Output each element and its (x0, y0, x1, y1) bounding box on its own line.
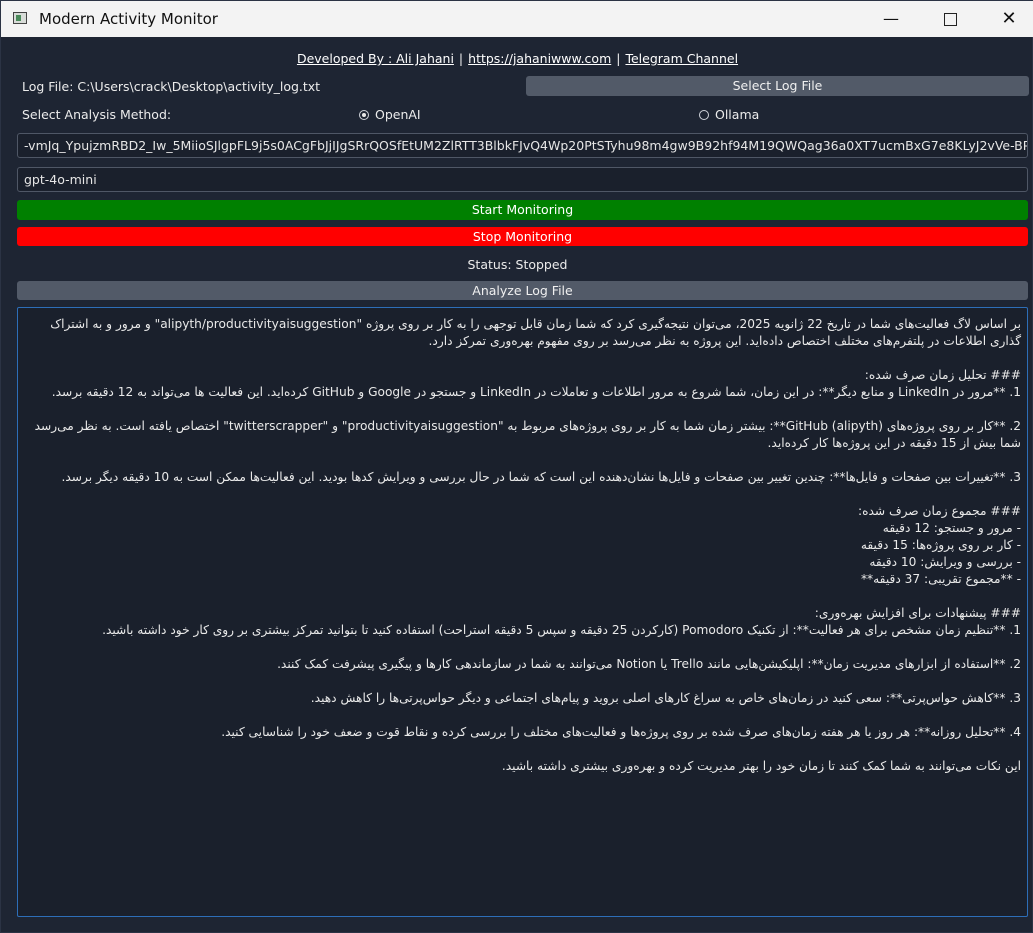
start-monitoring-button[interactable]: Start Monitoring (17, 200, 1028, 220)
stop-monitoring-button[interactable]: Stop Monitoring (17, 227, 1028, 246)
telegram-link[interactable]: Telegram Channel (625, 51, 738, 66)
title-bar: Modern Activity Monitor — ✕ (1, 1, 1033, 37)
model-name-input[interactable]: gpt-4o-mini (17, 167, 1028, 192)
credits-separator: | (616, 51, 621, 66)
openai-radio[interactable]: OpenAI (359, 107, 421, 122)
maximize-button[interactable] (927, 1, 973, 37)
analysis-output-textbox[interactable]: بر اساس لاگ فعالیت‌های شما در تاریخ 22 ژ… (17, 307, 1028, 917)
ollama-radio[interactable]: Ollama (699, 107, 759, 122)
radio-selected-icon (359, 110, 369, 120)
close-button[interactable]: ✕ (986, 1, 1032, 37)
window-title: Modern Activity Monitor (39, 10, 218, 28)
analysis-method-label: Select Analysis Method: (22, 107, 172, 122)
output-paragraph: بر اساس لاگ فعالیت‌های شما در تاریخ 22 ژ… (50, 317, 1021, 348)
output-paragraph: 3. **تغییرات بین صفحات و فایل‌ها**: چندی… (61, 470, 1022, 484)
openai-radio-label: OpenAI (375, 107, 421, 122)
website-link[interactable]: https://jahaniwww.com (468, 51, 611, 66)
analyze-log-file-button[interactable]: Analyze Log File (17, 281, 1028, 300)
developer-link[interactable]: Developed By : Ali Jahani (297, 51, 454, 66)
output-paragraph: 3. **کاهش حواس‌پرتی**: سعی کنید در زمان‌… (310, 691, 1021, 705)
output-paragraph: 2. **استفاده از ابزارهای مدیریت زمان**: … (277, 657, 1021, 671)
app-icon (13, 12, 27, 24)
output-paragraph: 2. **کار بر روی پروژه‌های GitHub (alipyt… (34, 419, 1021, 450)
output-paragraph: ### تحلیل زمان صرف شده: 1. **مرور در Lin… (51, 368, 1021, 399)
api-key-input[interactable]: -vmJq_YpujzmRBD2_Iw_5MiioSJlgpFL9j5s0ACg… (17, 133, 1028, 158)
minimize-button[interactable]: — (868, 1, 914, 37)
radio-unselected-icon (699, 110, 709, 120)
output-paragraph: ### مجموع زمان صرف شده: - مرور و جستجو: … (857, 504, 1021, 586)
credits-bar: Developed By : Ali Jahani | https://jahani… (1, 51, 1033, 66)
output-paragraph: این نکات می‌توانند به شما کمک کنند تا زم… (501, 759, 1021, 773)
status-text: Status: Stopped (467, 257, 568, 272)
select-log-file-button[interactable]: Select Log File (526, 76, 1029, 96)
ollama-radio-label: Ollama (715, 107, 760, 122)
credits-separator: | (458, 51, 464, 66)
maximize-icon (943, 13, 957, 26)
app-window: Modern Activity Monitor — ✕ Developed By… (0, 0, 1033, 933)
output-paragraph: ### پیشنهادات برای افزایش بهره‌وری: 1. *… (102, 606, 1021, 637)
output-paragraph: 4. **تحلیل روزانه**: هر روز یا هر هفته ز… (221, 725, 1021, 739)
log-file-label: Log File: C:\Users\crack\Desktop\activit… (22, 79, 321, 94)
